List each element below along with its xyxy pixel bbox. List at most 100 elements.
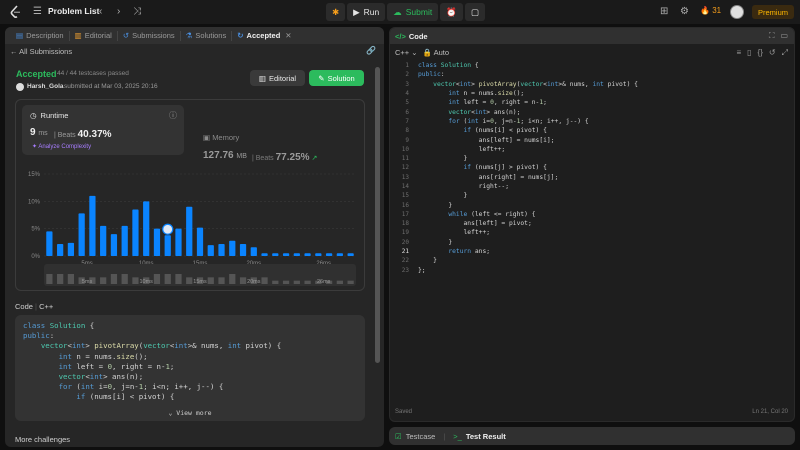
editor-line: 7 for (int i=0, j=n-1; i<n; i++, j--) { — [390, 117, 794, 126]
editor-line: 14 right--; — [390, 182, 794, 191]
sparkle-icon: ✦ — [32, 144, 38, 150]
info-icon[interactable]: ⓘ — [169, 110, 177, 121]
chevron-down-icon: ⌄ — [411, 48, 418, 57]
user-avatar[interactable] — [730, 5, 744, 19]
runtime-bar — [347, 253, 354, 256]
overview-bar — [186, 277, 193, 284]
line-number: 14 — [401, 183, 409, 190]
bug-icon: ✱ — [332, 6, 340, 17]
settings-gear-icon[interactable]: ⚙ — [680, 5, 689, 19]
timer-button[interactable]: ⏰ — [440, 3, 463, 21]
streak-counter[interactable]: 🔥 31 — [700, 6, 721, 15]
runtime-bar — [153, 228, 161, 256]
code-line: int n = nums.size(); — [58, 351, 148, 361]
editor-line: 21 return ans; — [390, 247, 794, 256]
runtime-distribution-chart[interactable]: 15%10%5%0%5ms10ms15ms20ms26ms5ms10ms15ms… — [16, 164, 364, 289]
runtime-card[interactable]: ◷ Runtime ⓘ 9 ms | Beats 40.37% ✦ Analyze… — [22, 105, 184, 155]
checkbox-icon: ☑ — [395, 431, 402, 441]
close-tab-icon[interactable]: ✕ — [285, 31, 291, 40]
y-tick-label: 0% — [31, 254, 40, 260]
editor-line: 16 } — [390, 200, 794, 209]
memory-chip-icon: ▣ — [203, 133, 211, 142]
code-icon: </> — [395, 31, 406, 41]
run-button[interactable]: ▶ Run — [347, 3, 386, 21]
line-code: class Solution { — [418, 62, 479, 70]
tab-testcase[interactable]: Testcase — [406, 432, 436, 441]
leetcode-logo-icon[interactable] — [9, 5, 23, 19]
overview-tick-label: 15ms — [193, 279, 207, 285]
editor-line: 4 int n = nums.size(); — [390, 89, 794, 98]
code-editor[interactable]: 1 class Solution {2 public: 3 vector<int> p… — [390, 61, 794, 275]
runtime-bar — [272, 253, 279, 256]
code-line: class Solution { — [23, 321, 95, 330]
editor-line: 12 if (nums[j] > pivot) { — [390, 163, 794, 172]
overview-bar — [46, 274, 53, 284]
editor-header: </> Code — [390, 28, 794, 44]
tab-solutions[interactable]: ⚗ Solutions — [181, 30, 233, 41]
editor-line: 6 vector<int> ans(n); — [390, 107, 794, 116]
shuffle-icon[interactable]: ⤨ — [133, 5, 141, 19]
line-code: while (left <= right) { — [448, 210, 536, 218]
reset-icon[interactable]: ↺ — [769, 48, 776, 58]
memory-title[interactable]: ▣ Memory — [203, 133, 239, 142]
maximize-icon[interactable]: ⛶ — [769, 31, 775, 41]
line-code: vector<int> pivotArray(vector<int>& nums… — [433, 80, 638, 88]
collapse-icon[interactable]: ▭ — [780, 31, 788, 41]
problem-list-link[interactable]: Problem List — [48, 6, 99, 16]
line-code: left++; — [418, 145, 506, 153]
overview-bar — [164, 274, 171, 284]
line-number: 4 — [405, 90, 409, 98]
flask-icon: ⚗ — [185, 31, 193, 40]
problem-list-icon[interactable]: ☰ — [33, 5, 42, 19]
premium-button[interactable]: Premium — [752, 5, 794, 19]
debug-button[interactable]: ✱ — [326, 3, 346, 21]
line-number: 13 — [401, 173, 409, 181]
language-select[interactable]: C++ ⌄ — [395, 48, 418, 57]
share-link-icon[interactable]: 🔗 — [366, 46, 376, 55]
line-code: } — [418, 257, 437, 265]
solution-button[interactable]: ✎ Solution — [309, 70, 364, 86]
line-code: ans[right] = nums[j]; — [418, 173, 559, 181]
prev-problem-icon[interactable]: ‹ — [99, 5, 102, 19]
braces-icon[interactable]: {} — [758, 48, 763, 58]
next-problem-icon[interactable]: › — [117, 5, 120, 19]
left-scrollbar[interactable] — [375, 67, 380, 363]
tab-accepted[interactable]: ↻ Accepted ✕ — [232, 31, 296, 41]
runtime-bar — [196, 227, 204, 256]
runtime-bar — [78, 213, 85, 256]
editor-line: 18 ans[left] = pivot; — [390, 219, 794, 228]
line-code: right--; — [418, 183, 509, 190]
bookmark-icon[interactable]: ▯ — [747, 48, 751, 58]
auto-mode[interactable]: 🔒 Auto — [423, 48, 449, 57]
layout-icon[interactable]: ⊞ — [660, 5, 668, 19]
terminal-icon: >_ — [453, 431, 462, 441]
overview-bar — [229, 274, 236, 284]
memory-value: 127.76 MB — [203, 150, 247, 161]
chevron-down-icon: ⌄ — [168, 409, 173, 417]
code-line: vector<int> pivotArray(vector<int>& nums… — [40, 341, 282, 351]
submitter-name[interactable]: Harsh_Gola — [27, 83, 64, 90]
y-tick-label: 15% — [28, 172, 41, 178]
cloud-upload-icon: ☁ — [393, 6, 402, 17]
tab-description[interactable]: ▤ Description — [11, 30, 70, 41]
editorial-button[interactable]: ▥ Editorial — [250, 70, 305, 86]
analyze-complexity-link[interactable]: ✦ Analyze Complexity — [32, 143, 91, 150]
line-code: }; — [418, 266, 426, 274]
runtime-bar — [57, 243, 64, 256]
line-number: 18 — [401, 220, 409, 228]
runtime-bar — [143, 201, 150, 256]
tab-editorial[interactable]: ▥ Editorial — [70, 30, 118, 41]
line-number: 20 — [401, 238, 409, 246]
line-number: 6 — [405, 108, 409, 116]
submit-button[interactable]: ☁ Submit — [387, 3, 439, 21]
tab-test-result[interactable]: Test Result — [466, 432, 506, 441]
view-more-button[interactable]: ⌄ View more — [15, 409, 365, 417]
notes-button[interactable]: ▢ — [464, 3, 485, 21]
code-line: if (nums[i] < pivot) { — [76, 392, 175, 402]
line-number: 9 — [405, 136, 409, 144]
format-icon[interactable]: ≡ — [736, 48, 741, 58]
tab-submissions[interactable]: ↺ Submissions — [118, 30, 181, 41]
back-to-submissions[interactable]: ← All Submissions — [10, 47, 72, 56]
expand-icon[interactable]: ⤢ — [782, 48, 788, 58]
runtime-bar — [89, 195, 96, 256]
